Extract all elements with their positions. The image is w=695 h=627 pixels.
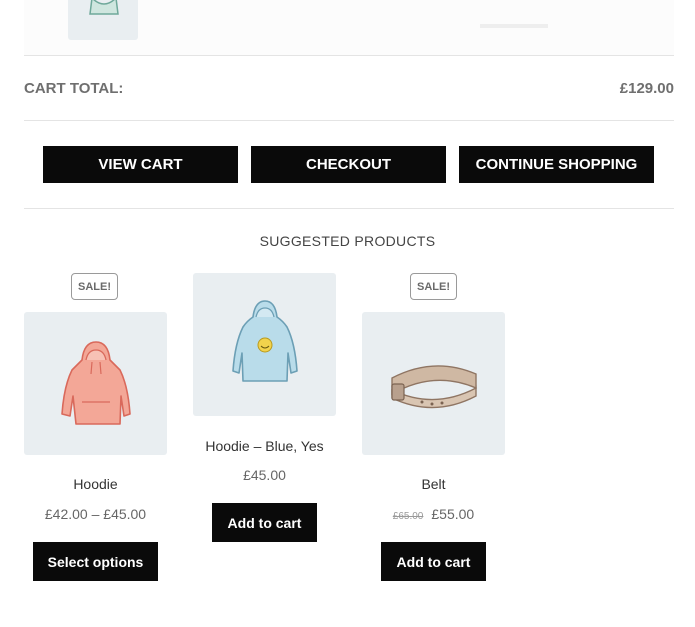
product-name[interactable]: Hoodie (24, 476, 167, 492)
cart-total-label: CART TOTAL: (24, 80, 124, 97)
hoodie-blue-logo-icon (232, 300, 298, 382)
select-options-button[interactable]: Select options (33, 542, 158, 581)
belt-icon (391, 365, 477, 409)
cart-total-value: £129.00 (619, 80, 674, 97)
continue-shopping-button[interactable]: CONTINUE SHOPPING (459, 146, 654, 183)
hoodie-pink-icon (61, 341, 131, 425)
product-old-price: £65.00 (392, 511, 424, 522)
hoodie-icon (89, 0, 119, 15)
product-price: £45.00 (243, 467, 286, 483)
product-price: £65.00 £55.00 (362, 506, 505, 522)
product-image-hoodie[interactable] (24, 312, 167, 455)
product-sale-price: £55.00 (431, 506, 475, 522)
cart-item-thumbnail[interactable] (68, 0, 138, 40)
cart-item-quantity[interactable] (480, 24, 548, 28)
divider (24, 208, 674, 209)
add-to-cart-button[interactable]: Add to cart (381, 542, 486, 581)
suggested-products-title: SUGGESTED PRODUCTS (259, 233, 436, 249)
product-price: £42.00 – £45.00 (44, 506, 147, 522)
product-image-belt[interactable] (362, 312, 505, 455)
add-to-cart-button[interactable]: Add to cart (212, 503, 317, 542)
product-name[interactable]: Belt (362, 476, 505, 492)
sale-badge: SALE! (71, 273, 118, 300)
product-name[interactable]: Hoodie – Blue, Yes (193, 438, 336, 454)
view-cart-button[interactable]: VIEW CART (43, 146, 238, 183)
cart-item-row (24, 0, 674, 56)
checkout-button[interactable]: CHECKOUT (251, 146, 446, 183)
sale-badge: SALE! (410, 273, 457, 300)
product-image-hoodie-blue[interactable] (193, 273, 336, 416)
cart-total-row: CART TOTAL: £129.00 (24, 56, 674, 121)
